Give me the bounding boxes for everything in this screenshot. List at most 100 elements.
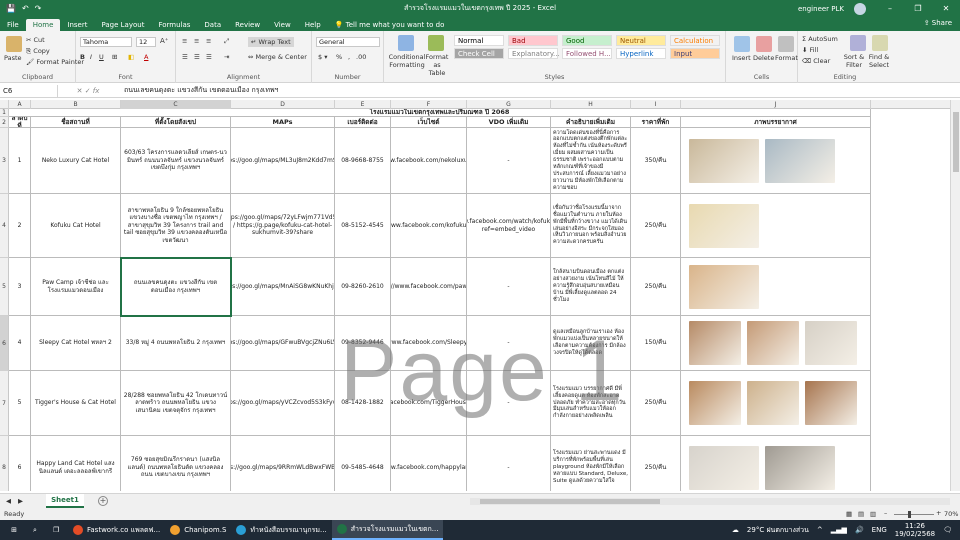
notification-icon[interactable]: 🗨 <box>943 526 952 534</box>
cell-style-2[interactable]: Bad <box>508 35 558 46</box>
decimal-icon[interactable]: .00 <box>356 53 366 61</box>
tab-file[interactable]: File <box>0 19 26 31</box>
bold-icon[interactable]: B <box>80 53 85 61</box>
paste-button[interactable]: Paste <box>4 54 22 62</box>
sort-filter-icon[interactable] <box>850 35 866 51</box>
comma-icon[interactable]: , <box>348 53 350 61</box>
table-cell-address[interactable]: 769 ซอยสุขมิณรีกราดนา (แสงนิลแลนด์) ถนนพ… <box>121 436 231 491</box>
table-cell-vdo[interactable]: - <box>467 128 551 194</box>
tab-formulas[interactable]: Formulas <box>151 19 197 31</box>
table-cell-price[interactable]: 350/คืน <box>631 128 681 194</box>
task-view-button[interactable]: ❐ <box>48 520 68 540</box>
fill-button[interactable]: ⬇ Fill <box>802 46 818 54</box>
tray-arrow-icon[interactable]: ^ <box>817 526 823 534</box>
indent-icon[interactable]: ⇥ <box>224 53 229 61</box>
tab-insert[interactable]: Insert <box>60 19 94 31</box>
cell-style-5[interactable]: Calculation <box>670 35 720 46</box>
orientation-icon[interactable]: ⤢ <box>224 37 229 46</box>
table-cell-phone[interactable]: 08-9668-8755 <box>335 128 391 194</box>
page-break-view-icon[interactable]: ▥ <box>870 510 876 518</box>
italic-icon[interactable]: I <box>90 53 92 61</box>
photo-cell[interactable] <box>681 316 871 371</box>
conditional-formatting-icon[interactable] <box>398 35 414 51</box>
table-cell-price[interactable]: 250/คืน <box>631 436 681 491</box>
table-cell-desc[interactable]: โรงแรมแมว บรรยากาศดี มีพี่เลี้ยงคอยดูแล … <box>551 371 631 436</box>
align-top-icon[interactable]: ≡ <box>182 37 187 45</box>
table-cell-no[interactable]: 6 <box>9 436 31 491</box>
align-right-icon[interactable]: ☰ <box>206 53 212 61</box>
column-header-b[interactable]: B <box>31 100 121 109</box>
wrap-text-button[interactable]: ↵ Wrap Text <box>248 37 294 47</box>
weather-icon[interactable]: ☁ <box>732 526 739 534</box>
paste-icon[interactable] <box>6 36 22 52</box>
maximize-button[interactable]: ❐ <box>904 4 932 13</box>
sort-filter-button[interactable]: Sort & Filter <box>842 53 866 69</box>
redo-icon[interactable]: ↷ <box>35 4 42 13</box>
table-cell-name[interactable]: Tigger's House & Cat Hotel <box>31 371 121 436</box>
format-icon[interactable] <box>778 36 794 52</box>
photo-cell[interactable] <box>681 128 871 194</box>
tab-home[interactable]: Home <box>25 19 61 31</box>
align-left-icon[interactable]: ☰ <box>182 53 188 61</box>
select-all-corner[interactable] <box>0 100 9 109</box>
undo-icon[interactable]: ↶ <box>22 4 29 13</box>
cat-hotel-photo[interactable] <box>765 445 835 490</box>
photo-cell[interactable] <box>681 436 871 491</box>
underline-icon[interactable]: U <box>99 53 104 61</box>
row-header-7[interactable]: 7 <box>0 371 9 436</box>
header-cell[interactable]: เบอร์ติดต่อ <box>335 117 391 128</box>
photo-cell[interactable] <box>681 194 871 258</box>
table-cell-name[interactable]: Paw Camp เจ้าชีช่อ และ โรงแรมแมวดอนเมือง <box>31 258 121 316</box>
cancel-icon[interactable]: ✕ <box>77 87 83 95</box>
cat-hotel-photo[interactable] <box>689 321 741 365</box>
table-cell-no[interactable]: 2 <box>9 194 31 258</box>
cat-hotel-photo[interactable] <box>805 321 857 365</box>
row-header-8[interactable]: 8 <box>0 436 9 491</box>
normal-view-icon[interactable]: ▦ <box>846 510 852 518</box>
table-cell-web[interactable]: https://www.facebook.com/Sleepycathotel <box>391 316 467 371</box>
table-cell-no[interactable]: 1 <box>9 128 31 194</box>
horizontal-scroll-thumb[interactable] <box>480 499 660 504</box>
sheet-next-icon[interactable]: ▶ <box>18 497 23 505</box>
fill-color-icon[interactable]: ◧ <box>128 53 134 61</box>
column-header-g[interactable]: G <box>467 100 551 109</box>
tab-data[interactable]: Data <box>197 19 228 31</box>
cat-hotel-photo[interactable] <box>805 381 857 425</box>
header-cell[interactable]: ภาพบรรยากาศ <box>681 117 871 128</box>
share-button[interactable]: ⇪ Share <box>924 19 952 27</box>
fx-icon[interactable]: fx <box>93 87 100 95</box>
align-middle-icon[interactable]: ≡ <box>194 37 199 45</box>
row-header-1[interactable]: 1 <box>0 109 9 117</box>
cat-hotel-photo[interactable] <box>747 321 799 365</box>
column-header-f[interactable]: F <box>391 100 467 109</box>
table-cell-vdo[interactable]: - <box>467 371 551 436</box>
zoom-slider-thumb[interactable] <box>908 511 911 518</box>
header-cell[interactable]: ที่ตั้งโดยสังเขป <box>121 117 231 128</box>
table-cell-desc[interactable]: โรงแรมแมว ย่านสะพานแดง มีบริการที่พักพร้… <box>551 436 631 491</box>
cat-hotel-photo[interactable] <box>689 138 759 183</box>
table-cell-map[interactable]: https://goo.gl/maps/9RRmWLdBwxFWBAR6 <box>231 436 335 491</box>
column-header-e[interactable]: E <box>335 100 391 109</box>
font-name-select[interactable]: Tahoma <box>80 37 132 47</box>
table-cell-no[interactable]: 5 <box>9 371 31 436</box>
find-select-button[interactable]: Find & Select <box>866 53 892 69</box>
row-header-5[interactable]: 5 <box>0 258 9 316</box>
user-name[interactable]: engineer PLK <box>798 5 844 13</box>
photo-cell[interactable] <box>681 258 871 316</box>
zoom-in-icon[interactable]: + <box>936 509 941 517</box>
table-cell-vdo[interactable]: https://www.facebook.com/watch/kofukuCat… <box>467 194 551 258</box>
delete-icon[interactable] <box>756 36 772 52</box>
table-cell-phone[interactable]: 08-1428-1882 <box>335 371 391 436</box>
column-header-d[interactable]: D <box>231 100 335 109</box>
font-size-select[interactable]: 12 <box>136 37 156 47</box>
formula-input[interactable]: ถนนเลขคนดุงตะ แขวงสีกัน เขตดอนเมือง กรุง… <box>118 85 279 96</box>
table-cell-address[interactable]: 603/63 โครงการแลดวเลียส์ เกษตร-นวมินทร์ … <box>121 128 231 194</box>
cell-style-9[interactable]: Hyperlink <box>616 48 666 59</box>
table-cell-vdo[interactable]: - <box>467 316 551 371</box>
minimize-button[interactable]: – <box>876 4 904 13</box>
tab-page-layout[interactable]: Page Layout <box>94 19 151 31</box>
font-color-icon[interactable]: A <box>144 53 148 61</box>
header-cell[interactable]: ชื่อสถานที่ <box>31 117 121 128</box>
taskbar-app-chrome[interactable]: Fastwork.co แพลตฟ... <box>68 520 165 540</box>
table-cell-phone[interactable]: 08-5152-4545 <box>335 194 391 258</box>
